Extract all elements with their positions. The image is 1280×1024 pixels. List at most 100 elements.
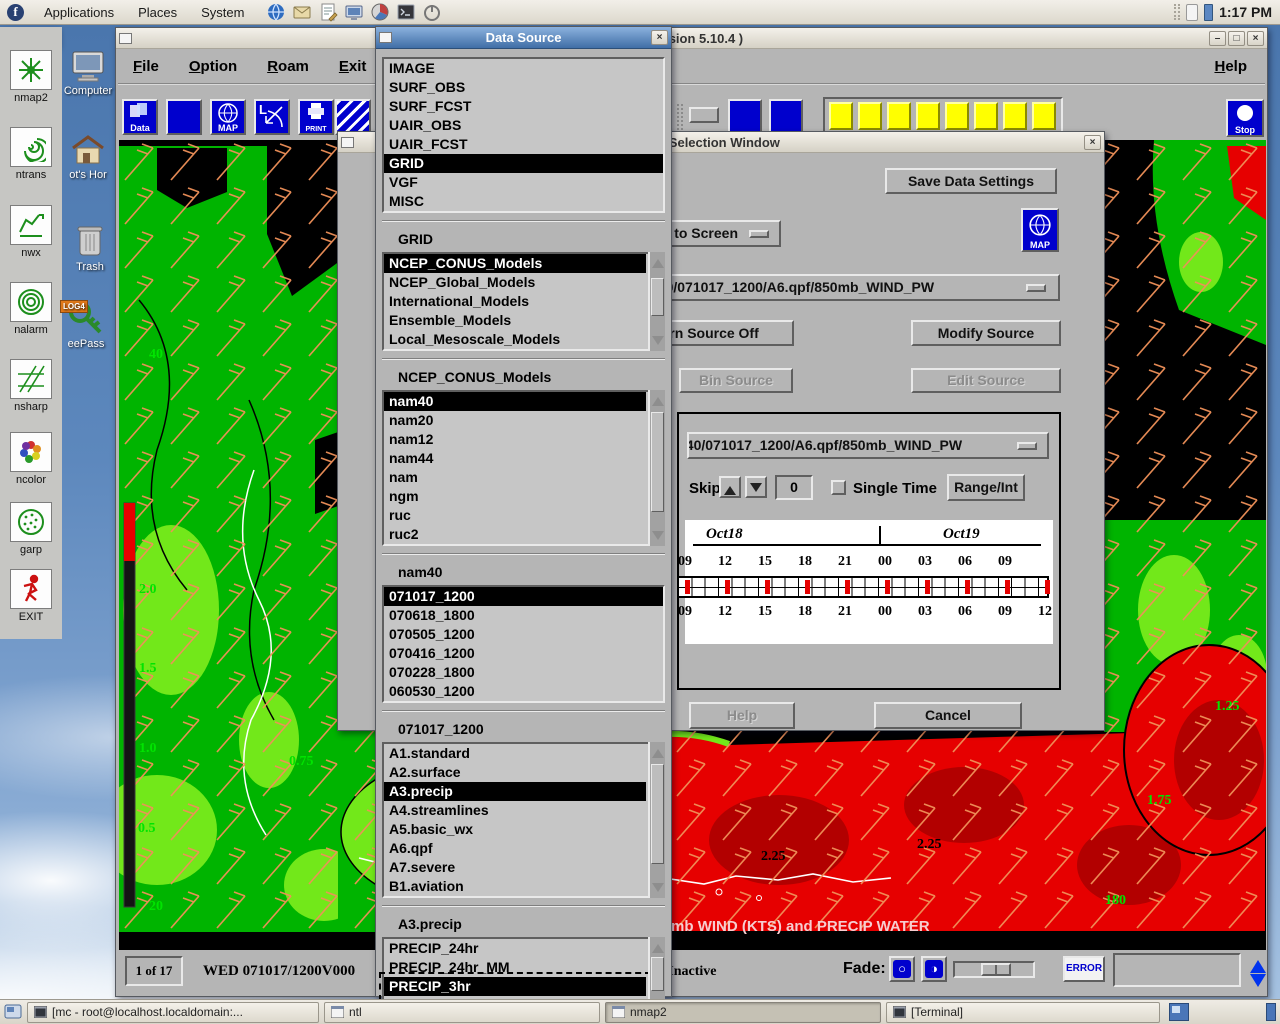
minimize-icon[interactable]: – [1209, 31, 1226, 46]
launcher-ncolor[interactable]: ncolor [9, 432, 53, 486]
timeline-tick-mark[interactable] [965, 580, 970, 594]
list-item[interactable]: UAIR_OBS [384, 116, 663, 135]
list-item[interactable]: nam40 [384, 392, 646, 411]
scroll-down-icon[interactable] [651, 883, 665, 897]
dwell-option-menu[interactable] [689, 107, 719, 123]
web-browser-icon[interactable] [266, 2, 286, 22]
list-item[interactable]: GRID [384, 154, 663, 173]
list-item[interactable]: NCEP_Global_Models [384, 273, 646, 292]
desktop-icon-keepass[interactable]: LOG4 eePass [60, 298, 112, 350]
skip-up-button[interactable] [719, 476, 741, 498]
screenshot-tool-icon[interactable] [344, 2, 364, 22]
panel-indicator-icon[interactable] [1204, 4, 1213, 21]
list-item[interactable]: nam12 [384, 430, 646, 449]
list-item[interactable]: NCEP_CONUS_Models [384, 254, 646, 273]
scrollbar-thumb[interactable] [651, 412, 664, 512]
terminal-icon[interactable] [396, 2, 416, 22]
list-item[interactable]: 071017_1200 [384, 587, 663, 606]
menu-item[interactable]: Roam [252, 58, 324, 75]
fade-half-button[interactable]: ◑ [921, 956, 947, 982]
scroll-up-icon[interactable] [651, 391, 665, 405]
frame-button[interactable] [1003, 102, 1027, 130]
toolbar-handle[interactable] [677, 104, 683, 130]
fade-on-button[interactable]: ○ [889, 956, 915, 982]
frame-button[interactable] [829, 102, 853, 130]
toolbar-blank-button[interactable] [166, 99, 202, 135]
launcher-nalarm[interactable]: nalarm [9, 282, 53, 336]
timeline-tick-mark[interactable] [885, 580, 890, 594]
timeline-tick-mark[interactable] [765, 580, 770, 594]
menu-help[interactable]: Help [1196, 58, 1265, 75]
timeline-tick-mark[interactable] [845, 580, 850, 594]
list-item[interactable]: A2.surface [384, 763, 646, 782]
list-item[interactable]: ruc [384, 506, 646, 525]
launcher-nwx[interactable]: nwx [9, 205, 53, 259]
fedora-menu-icon[interactable]: f [7, 4, 24, 21]
scrollbar[interactable] [648, 252, 665, 351]
spin-down-icon[interactable] [1250, 974, 1266, 995]
frame-button[interactable] [1032, 102, 1056, 130]
frame-button[interactable] [858, 102, 882, 130]
window-menu-icon[interactable] [341, 137, 354, 148]
timeline-tick-mark[interactable] [925, 580, 930, 594]
launcher-nmap2[interactable]: nmap2 [9, 50, 53, 104]
taskbar-item-nmap2[interactable]: nmap2 [605, 1002, 881, 1023]
taskbar-item-ntl[interactable]: ntl [324, 1002, 600, 1023]
list-item[interactable]: PRECIP_3hr [384, 977, 646, 996]
launcher-nsharp[interactable]: nsharp [9, 359, 53, 413]
list-item[interactable]: A3.precip [384, 782, 646, 801]
close-icon[interactable]: × [1084, 135, 1101, 150]
cancel-button[interactable]: Cancel [874, 702, 1022, 729]
menu-item[interactable]: Exit [324, 58, 382, 75]
close-icon[interactable]: × [1247, 31, 1264, 46]
skip-value-field[interactable]: 0 [775, 475, 813, 500]
list-item[interactable]: 070618_1800 [384, 606, 663, 625]
modify-source-button[interactable]: Modify Source [911, 320, 1061, 346]
scrollbar[interactable] [648, 742, 665, 898]
list-item[interactable]: SURF_FCST [384, 97, 663, 116]
taskbar-item-terminal[interactable]: [Terminal] [886, 1002, 1160, 1023]
list-item[interactable]: nam [384, 468, 646, 487]
scroll-up-icon[interactable] [651, 253, 665, 267]
list-item[interactable]: ngm [384, 487, 646, 506]
list-item[interactable]: A6.qpf [384, 839, 646, 858]
error-button[interactable]: ERROR [1063, 956, 1105, 982]
desktop-icon-computer[interactable]: Computer [62, 50, 114, 97]
timeline-tick-mark[interactable] [685, 580, 690, 594]
list-item[interactable]: A4.streamlines [384, 801, 646, 820]
list-item[interactable]: A5.basic_wx [384, 820, 646, 839]
scroll-down-icon[interactable] [651, 336, 665, 350]
single-time-checkbox[interactable] [831, 480, 846, 495]
menu-item[interactable]: File [118, 58, 174, 75]
loop-button[interactable]: L [254, 99, 290, 135]
launcher-exit[interactable]: EXIT [9, 569, 53, 623]
launcher-ntrans[interactable]: ntrans [9, 127, 53, 181]
list-item[interactable]: B1.aviation [384, 877, 646, 896]
frame-button[interactable] [945, 102, 969, 130]
scroll-up-icon[interactable] [651, 743, 665, 757]
skip-down-button[interactable] [745, 476, 767, 498]
timeline-tick-mark[interactable] [1005, 580, 1010, 594]
frame-button[interactable] [887, 102, 911, 130]
list-item[interactable]: SURF_OBS [384, 78, 663, 97]
source-option-menu[interactable]: nam40/071017_1200/A6.qpf/850mb_WIND_PW [605, 274, 1060, 301]
map-settings-button[interactable]: MAP [1021, 208, 1059, 252]
list-item[interactable]: Ensemble_Models [384, 311, 646, 330]
scrollbar-thumb[interactable] [651, 764, 664, 864]
scroll-down-icon[interactable] [651, 531, 665, 545]
documents-icon[interactable] [318, 2, 338, 22]
frame-button[interactable] [974, 102, 998, 130]
list-item[interactable]: PRECIP_24hr [384, 939, 646, 958]
battery-status-icon[interactable] [1186, 4, 1198, 21]
frame-blue-button-1[interactable] [728, 99, 762, 133]
frame-button[interactable] [916, 102, 940, 130]
panel-menu[interactable]: Places [126, 0, 189, 25]
timeline[interactable]: Oct18 Oct19 091215182100030609 091215182… [685, 520, 1053, 644]
desktop-icon-home[interactable]: ot's Hor [62, 134, 114, 181]
list-item[interactable]: Local_Mesoscale_Models [384, 330, 646, 349]
fade-slider[interactable] [953, 961, 1035, 978]
shutdown-icon[interactable] [422, 2, 442, 22]
timeline-tick-mark[interactable] [805, 580, 810, 594]
panel-drag-handle[interactable] [1174, 4, 1180, 20]
list-item[interactable]: 070416_1200 [384, 644, 663, 663]
